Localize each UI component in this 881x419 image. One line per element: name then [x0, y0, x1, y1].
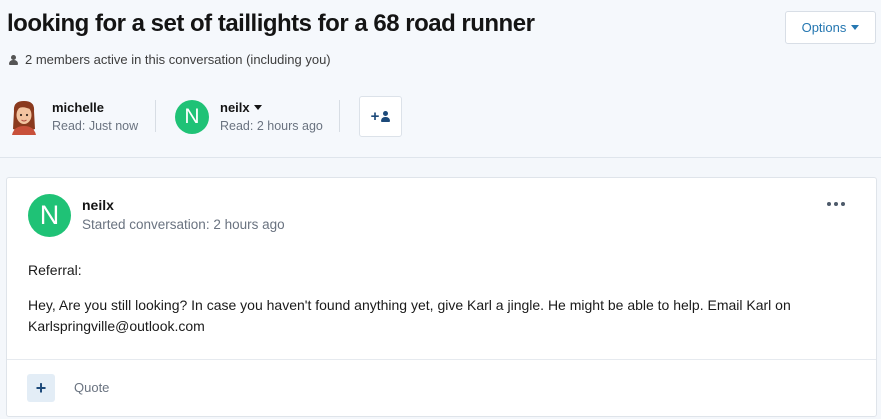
- divider: [339, 100, 340, 132]
- participant-michelle[interactable]: michelle Read: Just now: [8, 96, 138, 138]
- chevron-down-icon: [253, 105, 262, 110]
- participant-name[interactable]: michelle: [52, 100, 138, 115]
- multi-quote-button[interactable]: +: [27, 374, 55, 402]
- user-icon: [9, 54, 18, 65]
- message-paragraph: Hey, Are you still looking? In case you …: [28, 297, 791, 334]
- participant-info: michelle Read: Just now: [52, 100, 138, 133]
- plus-icon: +: [370, 108, 380, 125]
- add-user-icon: [381, 111, 391, 122]
- participant-read-status: Read: 2 hours ago: [220, 119, 323, 133]
- avatar[interactable]: N: [175, 100, 209, 134]
- avatar[interactable]: N: [28, 194, 71, 237]
- participant-info: neilx Read: 2 hours ago: [220, 100, 323, 133]
- message-paragraph: Referral:: [28, 262, 82, 278]
- participant-read-status: Read: Just now: [52, 119, 139, 133]
- participant-name-menu[interactable]: neilx: [220, 100, 323, 115]
- message-timestamp: Started conversation: 2 hours ago: [82, 217, 285, 232]
- participant-neilx[interactable]: N neilx Read: 2 hours ago: [175, 96, 323, 138]
- conversation-header: looking for a set of taillights for a 68…: [0, 0, 881, 158]
- quote-button[interactable]: Quote: [74, 380, 109, 395]
- message-author[interactable]: neilx: [82, 197, 114, 213]
- ellipsis-icon[interactable]: [827, 199, 847, 209]
- add-participant-button[interactable]: +: [359, 96, 402, 137]
- divider: [155, 100, 156, 132]
- message-footer: + Quote: [7, 359, 876, 419]
- avatar[interactable]: [8, 99, 40, 135]
- chevron-down-icon: [851, 25, 860, 30]
- options-label: Options: [801, 20, 847, 35]
- participant-name[interactable]: neilx: [220, 100, 250, 115]
- page-title: looking for a set of taillights for a 68…: [7, 10, 535, 37]
- options-button[interactable]: Options: [785, 11, 876, 44]
- active-members-line: 2 members active in this conversation (i…: [9, 52, 331, 67]
- message-body: Referral: Hey, Are you still looking? In…: [28, 260, 858, 351]
- message-post: N neilx Started conversation: 2 hours ag…: [6, 177, 877, 417]
- active-members-text: 2 members active in this conversation (i…: [25, 52, 331, 67]
